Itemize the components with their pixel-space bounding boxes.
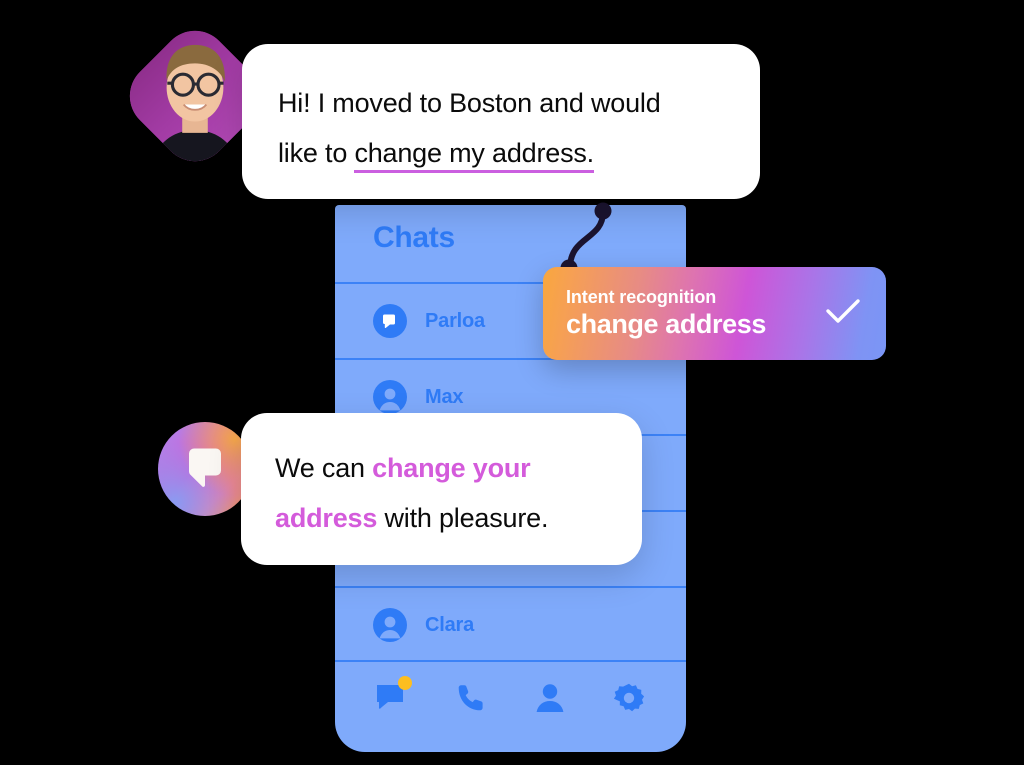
person-avatar-icon	[373, 380, 407, 414]
list-item[interactable]: Clara	[335, 586, 686, 662]
settings-tab[interactable]	[609, 678, 649, 718]
intent-recognition-badge[interactable]: Intent recognition change address	[543, 267, 886, 360]
intent-value: change address	[566, 309, 766, 339]
person-icon	[536, 684, 564, 712]
phone-icon	[458, 685, 483, 711]
scene-root: Chats Parloa Max Clara Intent recognitio…	[0, 0, 1024, 765]
check-icon	[824, 296, 862, 331]
parloa-logo-icon	[373, 304, 407, 338]
parloa-logo-icon	[158, 422, 252, 516]
user-message-intent-phrase: change my address.	[354, 138, 594, 173]
chats-tab[interactable]	[372, 676, 413, 718]
chat-name: Clara	[425, 613, 475, 636]
bot-message-suffix: with pleasure.	[377, 503, 549, 533]
bot-message-highlight-2: address	[275, 503, 378, 533]
bottom-navigation	[335, 660, 686, 752]
user-message-bubble: Hi! I moved to Boston and would like to …	[242, 44, 760, 199]
chat-name: Parloa	[425, 309, 485, 332]
gear-icon	[613, 683, 644, 712]
person-avatar-icon	[373, 608, 407, 642]
intent-text-group: Intent recognition change address	[566, 286, 818, 341]
contacts-tab[interactable]	[530, 678, 570, 718]
intent-label: Intent recognition	[566, 287, 717, 307]
notification-badge	[398, 676, 413, 690]
bot-message-bubble: We can change your address with pleasure…	[241, 413, 642, 565]
user-message-line2-prefix: like to	[278, 138, 355, 168]
page-title: Chats	[373, 221, 455, 254]
chat-name: Max	[425, 385, 464, 408]
bot-message-highlight-1: change your	[372, 453, 531, 483]
user-message-text: Hi! I moved to Boston and would like to …	[278, 78, 724, 178]
user-message-line1: Hi! I moved to Boston and would	[278, 88, 661, 118]
calls-tab[interactable]	[451, 678, 491, 718]
bot-message-text: We can change your address with pleasure…	[275, 443, 608, 543]
bot-message-prefix: We can	[275, 453, 373, 483]
